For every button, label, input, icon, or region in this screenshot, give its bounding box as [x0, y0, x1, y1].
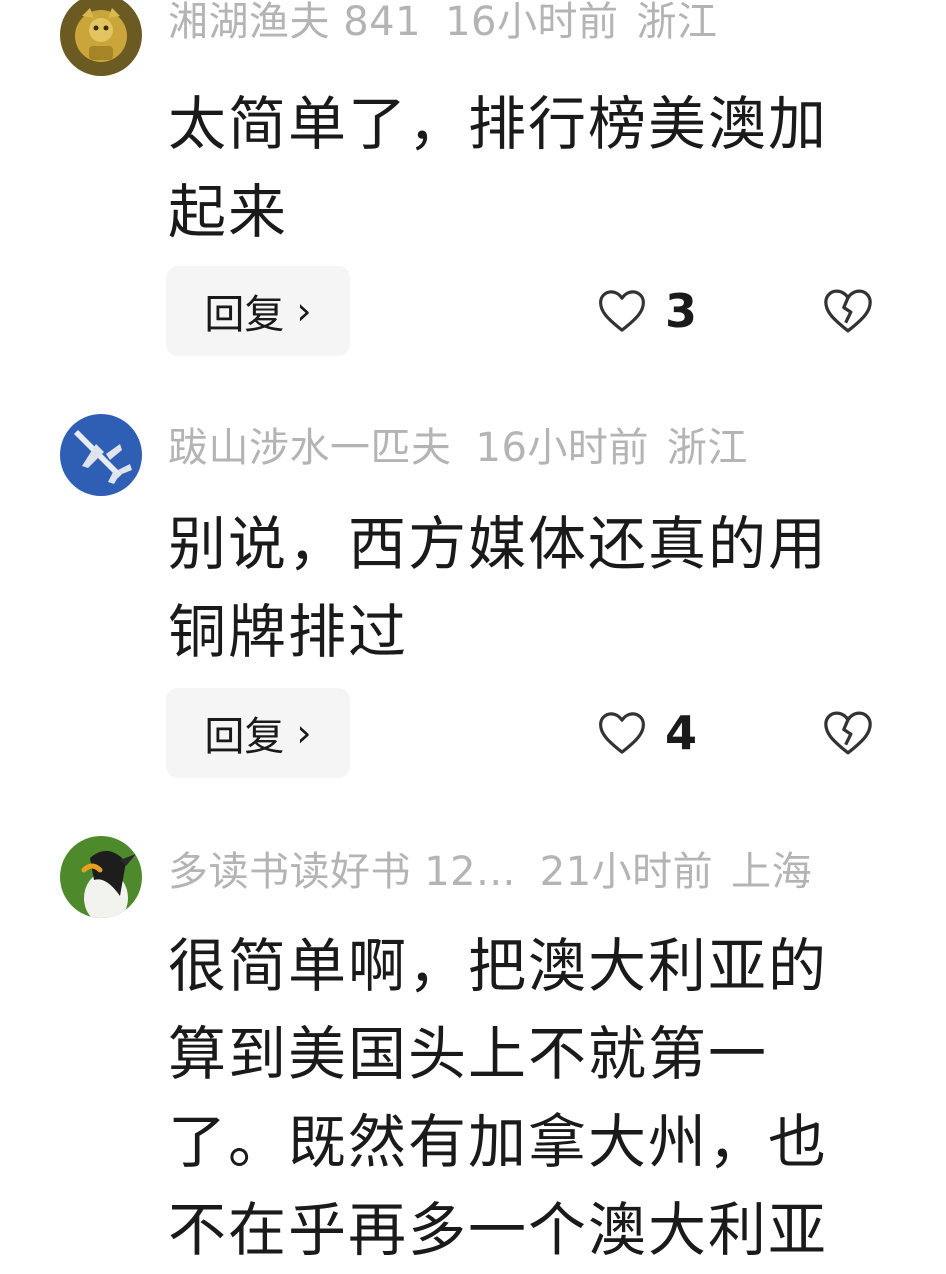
username[interactable]: 多读书读好书 12...: [168, 849, 516, 895]
location: 浙江: [636, 0, 718, 45]
reply-button[interactable]: 回复 ›: [166, 266, 350, 356]
username[interactable]: 跋山涉水一匹夫: [168, 425, 452, 471]
location: 上海: [731, 849, 813, 895]
like-button[interactable]: 3: [595, 276, 697, 346]
reply-button[interactable]: 回复 ›: [166, 688, 350, 778]
reply-label: 回复: [204, 292, 285, 338]
chevron-right-icon: ›: [296, 711, 312, 755]
dislike-button[interactable]: [820, 283, 876, 339]
timestamp: 21小时前: [539, 849, 714, 895]
fighter-jet-avatar-icon: [60, 414, 142, 496]
location: 浙江: [666, 425, 748, 471]
comment-meta: 跋山涉水一匹夫 16小时前 浙江: [168, 422, 772, 474]
heart-icon: [599, 712, 645, 754]
avatar[interactable]: [60, 414, 142, 496]
reply-label: 回复: [204, 714, 285, 760]
like-count: 4: [665, 706, 698, 760]
comment-text: 很简单啊，把澳大利亚的算到美国头上不就第一了。既然有加拿大州，也不在乎再多一个澳…: [168, 932, 829, 1264]
heart-icon: [599, 290, 645, 332]
avatar[interactable]: [60, 0, 142, 76]
golden-figure-avatar-icon: [60, 0, 142, 76]
like-button[interactable]: 4: [595, 698, 697, 768]
dislike-button[interactable]: [820, 705, 876, 761]
comment-text: 太简单了，排行榜美澳加起来: [168, 90, 829, 246]
comment-meta: 湘湖渔夫 841 16小时前 浙江: [168, 0, 741, 48]
timestamp: 16小时前: [475, 425, 649, 471]
broken-heart-icon: [824, 289, 872, 333]
comment-meta: 多读书读好书 12... 21小时前 上海: [168, 846, 836, 898]
like-count: 3: [665, 284, 698, 338]
avatar[interactable]: [60, 836, 142, 918]
comment-text: 别说，西方媒体还真的用铜牌排过: [168, 510, 829, 666]
penguin-avatar-icon: [60, 836, 142, 918]
broken-heart-icon: [824, 711, 872, 755]
chevron-right-icon: ›: [296, 289, 312, 333]
timestamp: 16小时前: [445, 0, 619, 45]
username[interactable]: 湘湖渔夫 841: [168, 0, 421, 45]
